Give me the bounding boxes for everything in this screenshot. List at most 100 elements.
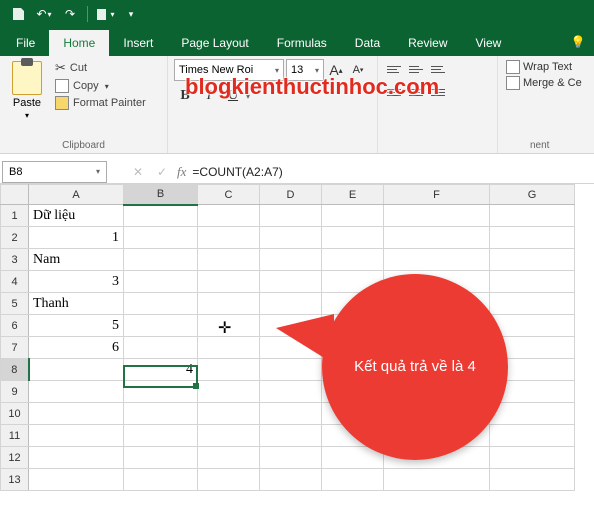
format-painter-button[interactable]: Format Painter (52, 95, 149, 111)
cell-b6[interactable] (124, 315, 198, 337)
row-header-11[interactable]: 11 (1, 425, 29, 447)
cell-c2[interactable] (198, 227, 260, 249)
cell-c5[interactable] (198, 293, 260, 315)
cell-c13[interactable] (198, 469, 260, 491)
enter-formula-icon[interactable]: ✓ (153, 165, 171, 179)
font-name-selector[interactable]: Times New Roi▾ (174, 59, 284, 81)
align-bottom-button[interactable] (428, 59, 448, 79)
cell-b1[interactable] (124, 205, 198, 227)
align-middle-button[interactable] (406, 59, 426, 79)
cell-c7[interactable] (198, 337, 260, 359)
cell-b8[interactable]: 4 (124, 359, 198, 381)
new-sheet-icon[interactable]: ▾ (93, 2, 117, 26)
underline-button[interactable]: U (222, 85, 244, 107)
cell-a8[interactable] (29, 359, 124, 381)
cell-f13[interactable] (384, 469, 490, 491)
cell-b3[interactable] (124, 249, 198, 271)
cell-d10[interactable] (260, 403, 322, 425)
cell-g2[interactable] (490, 227, 575, 249)
cell-a5[interactable]: Thanh (29, 293, 124, 315)
cell-d5[interactable] (260, 293, 322, 315)
row-header-4[interactable]: 4 (1, 271, 29, 293)
cell-d4[interactable] (260, 271, 322, 293)
cell-a2[interactable]: 1 (29, 227, 124, 249)
tab-insert[interactable]: Insert (109, 30, 167, 56)
row-header-1[interactable]: 1 (1, 205, 29, 227)
col-header-g[interactable]: G (490, 185, 575, 205)
cell-d11[interactable] (260, 425, 322, 447)
cancel-formula-icon[interactable]: ✕ (129, 165, 147, 179)
cell-a1[interactable]: Dữ liệu (29, 205, 124, 227)
align-center-button[interactable] (406, 82, 426, 102)
row-header-2[interactable]: 2 (1, 227, 29, 249)
cell-g13[interactable] (490, 469, 575, 491)
cell-a12[interactable] (29, 447, 124, 469)
tab-view[interactable]: View (462, 30, 516, 56)
cell-g12[interactable] (490, 447, 575, 469)
cell-d9[interactable] (260, 381, 322, 403)
cell-f3[interactable] (384, 249, 490, 271)
cell-b13[interactable] (124, 469, 198, 491)
row-header-10[interactable]: 10 (1, 403, 29, 425)
tab-page-layout[interactable]: Page Layout (167, 30, 262, 56)
col-header-d[interactable]: D (260, 185, 322, 205)
cell-b5[interactable] (124, 293, 198, 315)
cell-g11[interactable] (490, 425, 575, 447)
cell-d13[interactable] (260, 469, 322, 491)
save-icon[interactable] (6, 2, 30, 26)
cell-g5[interactable] (490, 293, 575, 315)
fx-icon[interactable]: fx (177, 164, 186, 180)
cell-c12[interactable] (198, 447, 260, 469)
cell-c6[interactable] (198, 315, 260, 337)
cell-c3[interactable] (198, 249, 260, 271)
cell-a4[interactable]: 3 (29, 271, 124, 293)
cell-c9[interactable] (198, 381, 260, 403)
cell-e3[interactable] (322, 249, 384, 271)
tab-file[interactable]: File (2, 30, 49, 56)
cell-b2[interactable] (124, 227, 198, 249)
col-header-f[interactable]: F (384, 185, 490, 205)
row-header-7[interactable]: 7 (1, 337, 29, 359)
cell-e13[interactable] (322, 469, 384, 491)
copy-button[interactable]: Copy▾ (52, 78, 149, 94)
cell-a13[interactable] (29, 469, 124, 491)
align-top-button[interactable] (384, 59, 404, 79)
help-icon[interactable]: 💡 (562, 28, 594, 56)
col-header-a[interactable]: A (29, 185, 124, 205)
cell-a6[interactable]: 5 (29, 315, 124, 337)
col-header-e[interactable]: E (322, 185, 384, 205)
bold-button[interactable]: B (174, 85, 196, 107)
redo-icon[interactable]: ↷ (58, 2, 82, 26)
cell-a11[interactable] (29, 425, 124, 447)
cell-g3[interactable] (490, 249, 575, 271)
decrease-font-button[interactable]: A▾ (348, 59, 368, 81)
cell-b10[interactable] (124, 403, 198, 425)
cell-d2[interactable] (260, 227, 322, 249)
paste-button[interactable]: Paste ▾ (6, 59, 48, 122)
merge-center-button[interactable]: Merge & Ce (504, 75, 584, 91)
name-box[interactable]: B8▾ (2, 161, 107, 183)
wrap-text-button[interactable]: Wrap Text (504, 59, 584, 75)
cell-d1[interactable] (260, 205, 322, 227)
cell-g4[interactable] (490, 271, 575, 293)
cell-a10[interactable] (29, 403, 124, 425)
row-header-8[interactable]: 8 (1, 359, 29, 381)
cell-a7[interactable]: 6 (29, 337, 124, 359)
cell-a9[interactable] (29, 381, 124, 403)
cell-f2[interactable] (384, 227, 490, 249)
row-header-13[interactable]: 13 (1, 469, 29, 491)
italic-button[interactable]: I (198, 85, 220, 107)
cell-b11[interactable] (124, 425, 198, 447)
font-size-selector[interactable]: 13▾ (286, 59, 324, 81)
increase-font-button[interactable]: A▴ (326, 59, 346, 81)
cell-f1[interactable] (384, 205, 490, 227)
cell-b7[interactable] (124, 337, 198, 359)
row-header-5[interactable]: 5 (1, 293, 29, 315)
row-header-6[interactable]: 6 (1, 315, 29, 337)
cell-g1[interactable] (490, 205, 575, 227)
row-header-3[interactable]: 3 (1, 249, 29, 271)
cell-c4[interactable] (198, 271, 260, 293)
cell-b4[interactable] (124, 271, 198, 293)
align-left-button[interactable] (384, 82, 404, 102)
cell-d3[interactable] (260, 249, 322, 271)
